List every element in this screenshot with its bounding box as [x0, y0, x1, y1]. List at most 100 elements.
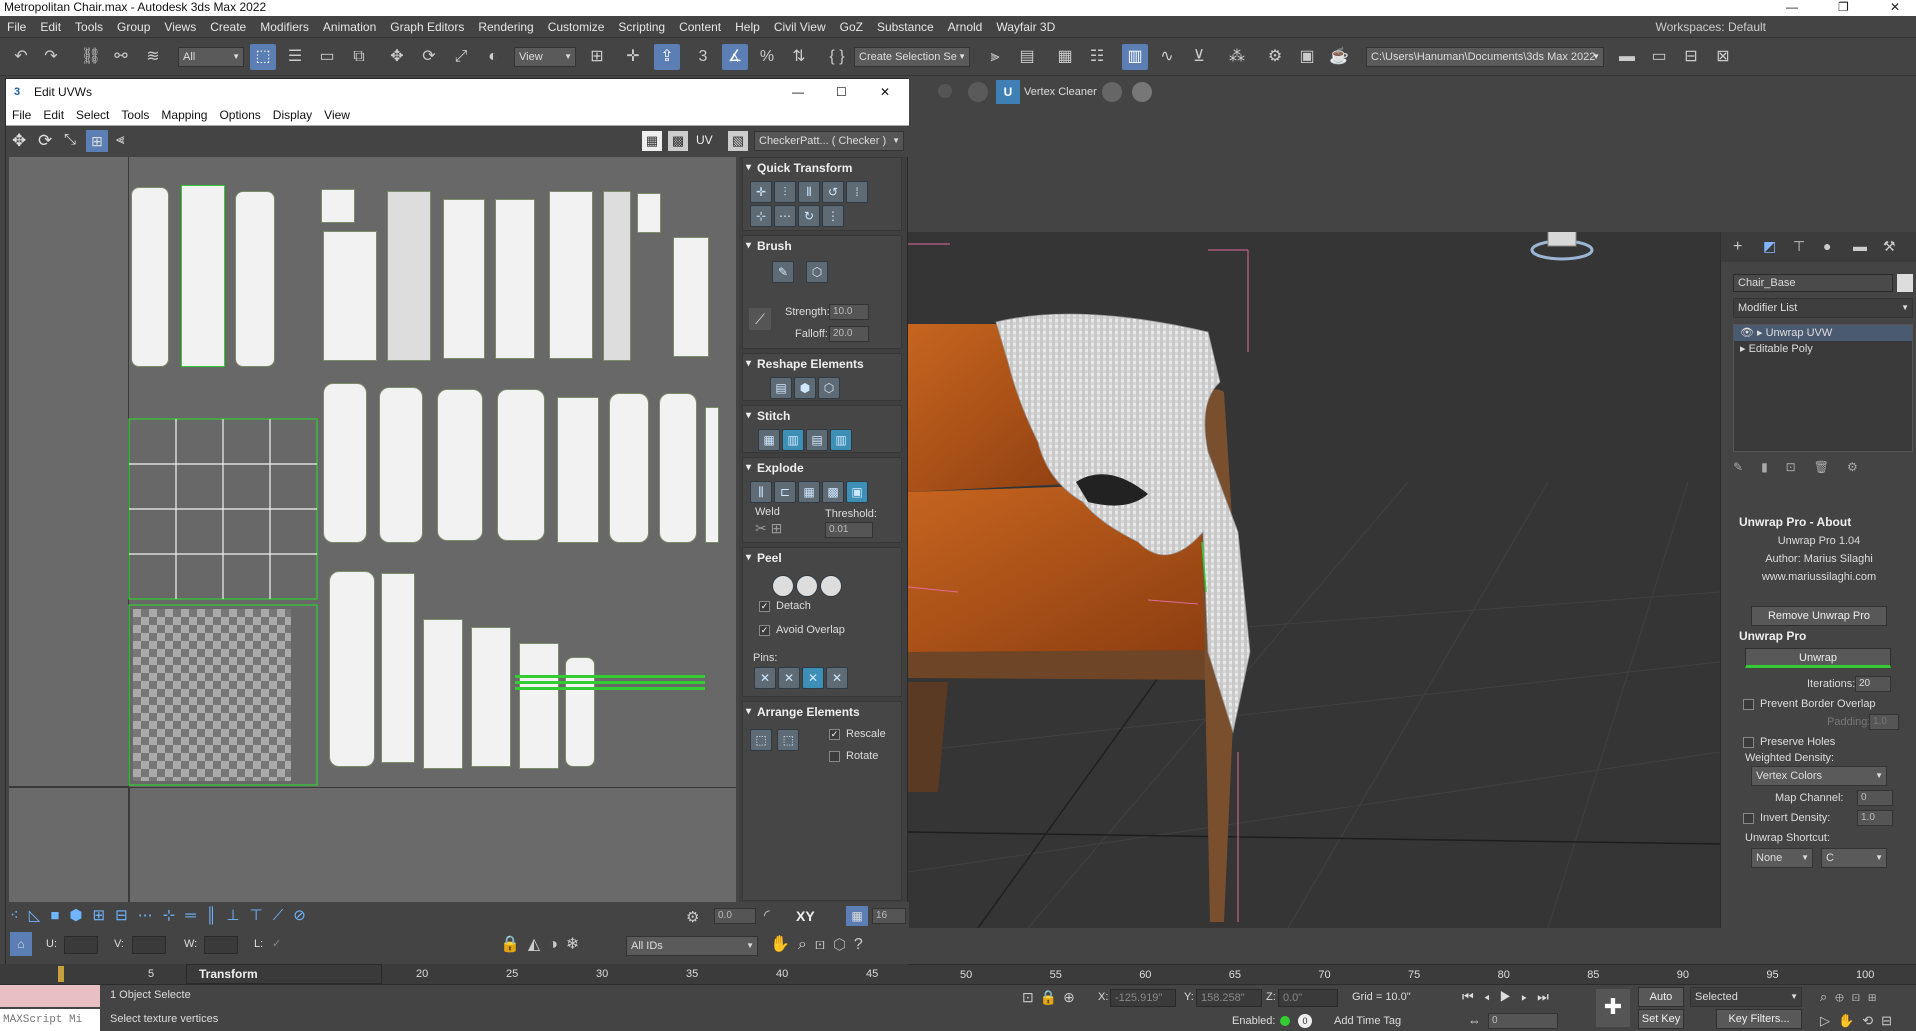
hierarchy-tab-icon[interactable]: ⊤ — [1793, 238, 1805, 255]
texture-settings-icon[interactable]: ▧ — [728, 131, 748, 151]
select-manipulate-icon[interactable]: ✛ — [620, 44, 646, 70]
next-frame-icon[interactable]: ▸ — [1521, 989, 1537, 1004]
select-bar-icon[interactable]: ║ — [206, 907, 227, 924]
unwrap-button[interactable]: Unwrap — [1745, 648, 1891, 668]
z-coordinate-field[interactable]: 0.0" — [1278, 989, 1338, 1007]
peel-mode-icon[interactable] — [796, 575, 818, 597]
pan-icon[interactable]: ✋ — [770, 936, 798, 953]
straighten-icon[interactable]: ▤ — [770, 377, 792, 399]
make-unique-icon[interactable]: ⊡ — [1786, 460, 1814, 474]
unwrap-pro-header[interactable]: Unwrap Pro — [1721, 626, 1916, 646]
display-tab-icon[interactable]: ▬ — [1853, 238, 1867, 254]
uv-shell[interactable] — [323, 383, 367, 543]
uvw-menu-display[interactable]: Display — [267, 105, 318, 126]
uvw-maximize-icon[interactable]: ☐ — [836, 79, 847, 105]
vp-fov-icon[interactable]: ▷ — [1820, 1013, 1838, 1028]
utilities-tab-icon[interactable]: ⚒ — [1883, 238, 1896, 255]
object-name-field[interactable]: Chair_Base — [1733, 274, 1893, 292]
layer-explorer-icon[interactable]: ☷ — [1084, 44, 1110, 70]
maxscript-listener-top[interactable] — [0, 985, 100, 1007]
stitch-source-icon[interactable]: ▥ — [782, 429, 804, 451]
edit-named-sets-icon[interactable]: { } — [824, 44, 850, 70]
window-crossing-icon[interactable]: ⧉ — [346, 44, 372, 70]
menu-animation[interactable]: Animation — [316, 16, 383, 38]
render-icon[interactable]: ☕ — [1326, 44, 1352, 70]
motion-tab-icon[interactable]: ● — [1823, 238, 1831, 254]
enabled-indicator-icon[interactable] — [1280, 1016, 1290, 1026]
flatten-by-smoothing-icon[interactable]: ▩ — [822, 481, 844, 503]
quick-peel-icon[interactable] — [772, 575, 794, 597]
soft-select-icon[interactable]: ◭ — [528, 936, 548, 953]
project-settings-icon[interactable]: ⊠ — [1710, 44, 1736, 70]
show-end-result-icon[interactable]: ▮ — [1761, 460, 1786, 474]
uv-thin-shell[interactable] — [515, 681, 705, 684]
checker-toggle-icon[interactable]: ▩ — [668, 131, 688, 151]
menu-views[interactable]: Views — [157, 16, 203, 38]
stitch-custom-icon[interactable]: ▦ — [758, 429, 780, 451]
paint-move-icon[interactable]: ✎ — [772, 261, 794, 283]
weld-tools-icon[interactable]: ✂ ⊞ — [755, 520, 782, 537]
remove-modifier-icon[interactable]: 🗑 — [1814, 460, 1847, 474]
circle-tool-icon[interactable] — [938, 84, 952, 98]
selection-filter-dropdown[interactable]: All — [178, 47, 244, 67]
menu-rendering[interactable]: Rendering — [471, 16, 540, 38]
rotate-cw-icon[interactable]: ↻ — [798, 205, 820, 227]
bind-spacewarp-icon[interactable]: ≋ — [140, 44, 166, 70]
about-header[interactable]: Unwrap Pro - About — [1721, 512, 1916, 532]
uv-shell[interactable] — [603, 191, 631, 361]
unlink-icon[interactable]: ⚯ — [108, 44, 134, 70]
edge-select-icon[interactable]: ═ — [185, 907, 206, 924]
preserve-holes-checkbox[interactable]: Preserve Holes — [1743, 736, 1835, 748]
uvw-close-icon[interactable]: ✕ — [880, 79, 890, 105]
uvw-menu-tools[interactable]: Tools — [115, 105, 155, 126]
menu-group[interactable]: Group — [110, 16, 157, 38]
rect-selection-icon[interactable]: ▭ — [314, 44, 340, 70]
uv-shell[interactable] — [443, 199, 485, 359]
zoom-extents-icon[interactable]: ⬡ — [833, 936, 854, 953]
material-editor-icon[interactable]: ⁂ — [1224, 44, 1250, 70]
stitch-target-icon[interactable]: ▥ — [830, 429, 852, 451]
w-field[interactable] — [204, 936, 238, 954]
avoid-overlap-checkbox[interactable]: ✓ Avoid Overlap — [759, 624, 845, 636]
rendered-frame-icon[interactable]: ▣ — [1294, 44, 1320, 70]
arc-icon[interactable]: ◜ — [764, 906, 770, 924]
break-icon[interactable]: ⫼ — [750, 481, 772, 503]
peel-header[interactable]: Peel — [743, 548, 901, 568]
vp-zoom-all-icon[interactable]: ⊕ — [1835, 989, 1851, 1004]
uv-shell[interactable] — [181, 185, 225, 367]
rescale-checkbox[interactable]: ✓ Rescale — [829, 728, 886, 740]
stack-item-editable-poly[interactable]: ▸ Editable Poly — [1734, 341, 1912, 357]
menu-help[interactable]: Help — [728, 16, 767, 38]
undo-icon[interactable]: ↶ — [8, 44, 34, 70]
uvw-minimize-icon[interactable]: — — [792, 79, 804, 105]
edge-mode-icon[interactable]: ◺ — [29, 907, 51, 924]
play-icon[interactable]: ▶ — [1500, 989, 1522, 1004]
vp-extents-icon[interactable]: ⊡ — [1852, 989, 1868, 1004]
rotate-icon[interactable]: ⟳ — [416, 44, 442, 70]
rotate-checkbox[interactable]: Rotate — [829, 750, 878, 762]
xy-axis-toggle[interactable]: XY — [796, 908, 815, 924]
flatten-icon[interactable]: ⬡ — [818, 377, 840, 399]
menu-substance[interactable]: Substance — [870, 16, 941, 38]
iterations-spinner[interactable]: 20 — [1855, 676, 1891, 692]
strength-spinner[interactable]: 10.0 — [829, 304, 869, 320]
unpin-icon[interactable]: ✕ — [778, 667, 800, 689]
key-filters-button[interactable]: Key Filters... — [1716, 1009, 1802, 1029]
stack-item-unwrap-uvw[interactable]: 👁 ▸ Unwrap UVW — [1734, 325, 1912, 341]
current-frame-spinner[interactable]: 0 — [1488, 1013, 1558, 1029]
menu-civil-view[interactable]: Civil View — [767, 16, 833, 38]
vp-zoom-icon[interactable]: ⌕ — [1820, 989, 1835, 1004]
uvw-menu-file[interactable]: File — [6, 105, 37, 126]
zoom-region-icon[interactable]: ⊡ — [815, 936, 833, 953]
menu-modifiers[interactable]: Modifiers — [253, 16, 316, 38]
timeline-ruler[interactable]: 50 55 60 65 70 75 80 85 90 95 100 — [908, 964, 1916, 984]
zoom-icon[interactable]: ⌕ — [798, 936, 815, 953]
uv-shell[interactable] — [609, 393, 649, 543]
space-vertical-icon[interactable]: ⋮ — [822, 205, 844, 227]
reference-coord-dropdown[interactable]: View — [514, 47, 576, 67]
align-to-edge-icon[interactable]: ✛ — [750, 181, 772, 203]
uvw-menu-mapping[interactable]: Mapping — [155, 105, 213, 126]
pin-stack-icon[interactable]: ✎ — [1733, 460, 1761, 474]
ring-icon[interactable]: ⊹ — [163, 907, 186, 924]
go-to-start-icon[interactable]: ⏮ — [1462, 989, 1484, 1004]
